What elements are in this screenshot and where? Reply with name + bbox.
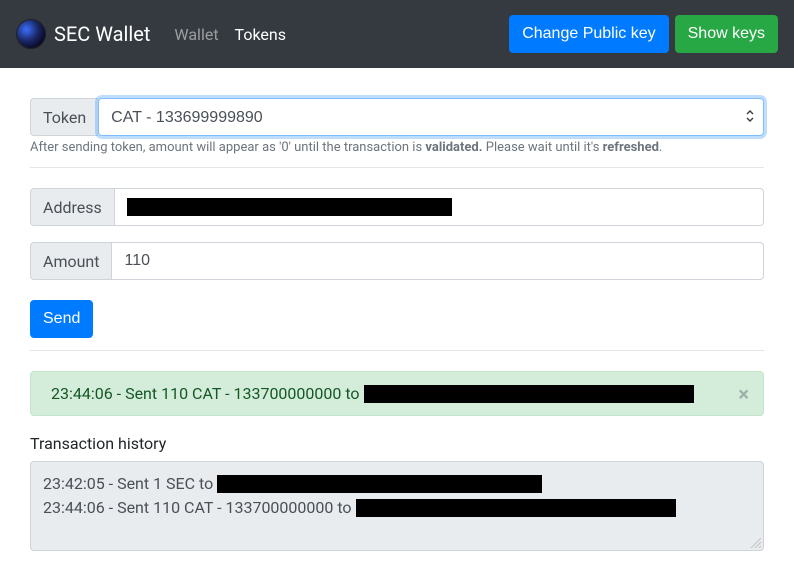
nav-wallet[interactable]: Wallet xyxy=(166,17,226,52)
brand-text: SEC Wallet xyxy=(54,22,150,46)
divider-2 xyxy=(30,350,764,351)
close-icon[interactable]: × xyxy=(738,382,749,406)
token-group: Token CAT - 133699999890 xyxy=(30,98,764,136)
alert-address-redacted xyxy=(364,385,694,403)
history-text: 23:44:06 - Sent 110 CAT - 133700000000 t… xyxy=(43,496,352,520)
divider xyxy=(30,167,764,168)
address-input[interactable] xyxy=(115,188,764,226)
history-text: 23:42:05 - Sent 1 SEC to xyxy=(43,472,213,496)
hint-pre: After sending token, amount will appear … xyxy=(30,140,425,155)
send-button[interactable]: Send xyxy=(30,300,93,338)
history-address-redacted xyxy=(217,475,542,493)
hint-text: After sending token, amount will appear … xyxy=(30,140,764,155)
token-select[interactable]: CAT - 133699999890 xyxy=(98,98,764,136)
alert-text: 23:44:06 - Sent 110 CAT - 133700000000 t… xyxy=(51,384,360,403)
token-label: Token xyxy=(30,98,98,136)
history-address-redacted xyxy=(356,499,676,517)
main-container: Token CAT - 133699999890 After sending t… xyxy=(0,68,794,567)
navbar: SEC Wallet Wallet Tokens Change Public k… xyxy=(0,0,794,68)
resize-handle-icon[interactable] xyxy=(749,536,761,548)
nav-tokens[interactable]: Tokens xyxy=(227,17,294,52)
amount-input[interactable] xyxy=(112,242,764,280)
hint-bold2: refreshed xyxy=(603,140,659,155)
history-row: 23:44:06 - Sent 110 CAT - 133700000000 t… xyxy=(43,496,751,520)
amount-group: Amount xyxy=(30,242,764,280)
brand[interactable]: SEC Wallet xyxy=(16,19,150,49)
address-label: Address xyxy=(30,188,115,226)
change-public-key-button[interactable]: Change Public key xyxy=(509,15,668,53)
success-alert: 23:44:06 - Sent 110 CAT - 133700000000 t… xyxy=(30,371,764,416)
amount-label: Amount xyxy=(30,242,112,280)
history-box[interactable]: 23:42:05 - Sent 1 SEC to 23:44:06 - Sent… xyxy=(30,461,764,551)
alert-line: 23:44:06 - Sent 110 CAT - 133700000000 t… xyxy=(51,384,723,403)
hint-mid: Please wait until it's xyxy=(483,140,603,155)
address-value-redacted xyxy=(127,198,452,216)
nav-right: Change Public key Show keys xyxy=(509,15,778,53)
hint-post: . xyxy=(659,140,662,155)
address-group: Address xyxy=(30,188,764,226)
token-select-wrap: CAT - 133699999890 xyxy=(98,98,764,136)
brand-logo-icon xyxy=(16,19,46,49)
hint-bold1: validated. xyxy=(425,140,482,155)
show-keys-button[interactable]: Show keys xyxy=(675,15,778,53)
history-title: Transaction history xyxy=(30,434,764,453)
history-row: 23:42:05 - Sent 1 SEC to xyxy=(43,472,751,496)
